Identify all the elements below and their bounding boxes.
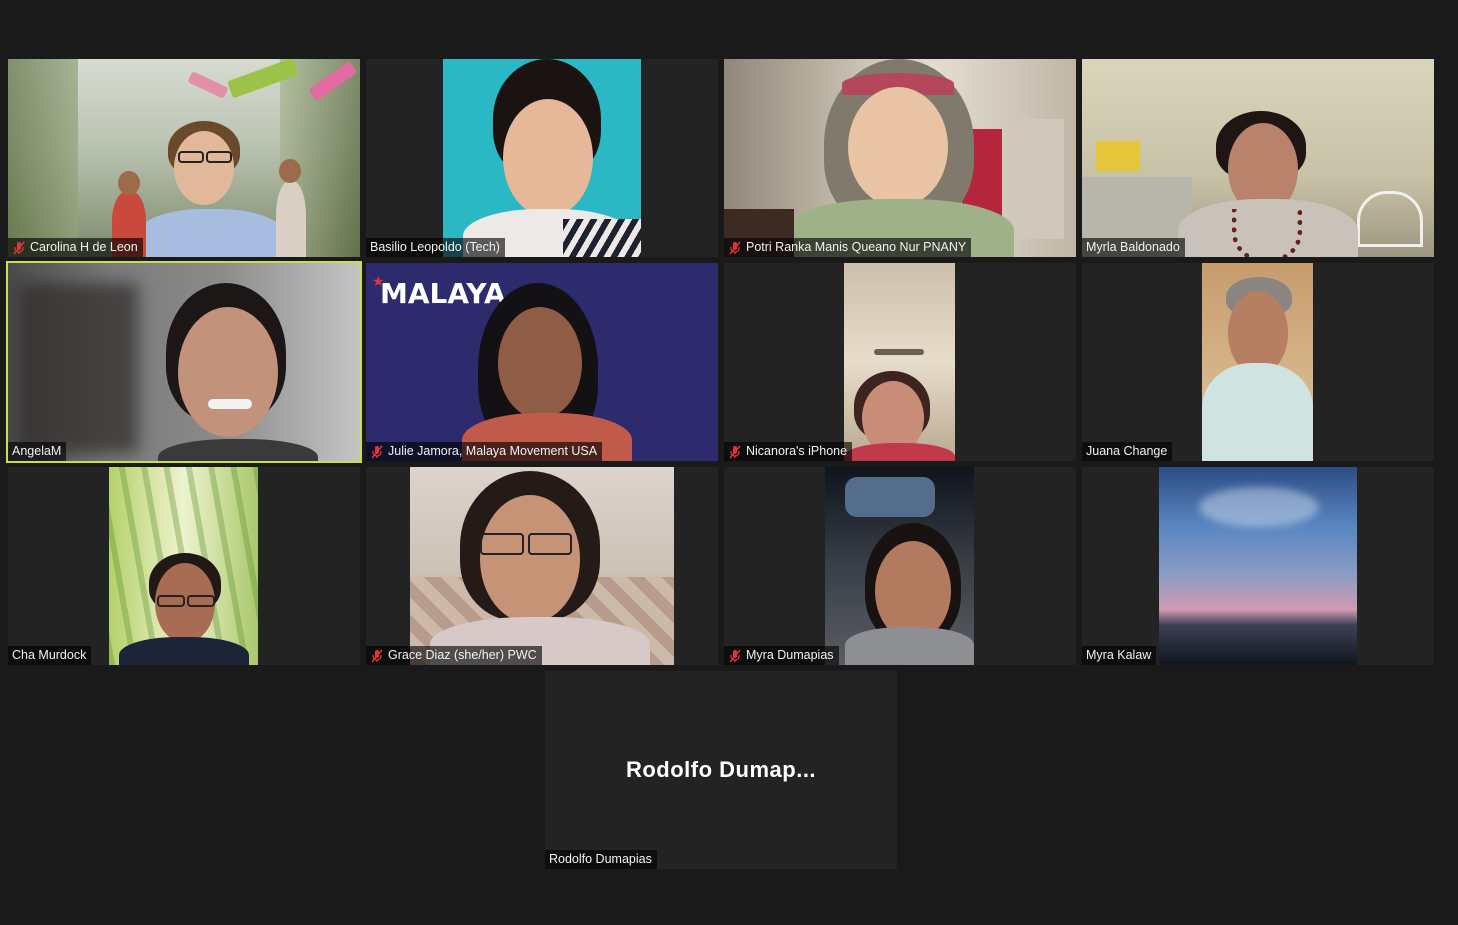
malaya-logo: MALAYA [380, 277, 506, 310]
mic-muted-icon [728, 648, 742, 663]
mic-muted-icon [12, 240, 26, 255]
participant-name: Julie Jamora, Malaya Movement USA [388, 444, 598, 458]
participant-name-tag: Potri Ranka Manis Queano Nur PNANY [724, 238, 972, 257]
video-tile-rodolfo[interactable]: Rodolfo Dumap... Rodolfo Dumapias [545, 671, 897, 869]
video-tile-juana[interactable]: Juana Change [1082, 263, 1434, 461]
video-tile-potri[interactable]: Potri Ranka Manis Queano Nur PNANY [724, 59, 1076, 257]
video-feed [825, 467, 974, 665]
video-feed [109, 467, 258, 665]
participant-name: Nicanora's iPhone [746, 444, 848, 458]
participant-name: Myra Dumapias [746, 648, 834, 662]
participant-name: Grace Diaz (she/her) PWC [388, 648, 537, 662]
video-feed [724, 59, 1076, 257]
video-tile-basilio[interactable]: Basilio Leopoldo (Tech) [366, 59, 718, 257]
star-icon: ★ [372, 273, 385, 289]
participant-name-tag: Julie Jamora, Malaya Movement USA [366, 442, 603, 461]
participant-name-tag: Nicanora's iPhone [724, 442, 853, 461]
participant-name-tag: Basilio Leopoldo (Tech) [366, 238, 505, 257]
video-feed [8, 263, 360, 461]
mic-muted-icon [728, 444, 742, 459]
video-tile-grace[interactable]: Grace Diaz (she/her) PWC [366, 467, 718, 665]
video-feed [1082, 59, 1434, 257]
video-tile-nicanora[interactable]: Nicanora's iPhone [724, 263, 1076, 461]
participant-name: Myrla Baldonado [1086, 240, 1180, 254]
participant-name-tag: Myra Kalaw [1082, 646, 1157, 665]
video-feed [844, 263, 955, 461]
participant-name: Cha Murdock [12, 648, 87, 662]
video-tile-myrla[interactable]: Myrla Baldonado [1082, 59, 1434, 257]
mic-muted-icon [728, 240, 742, 255]
video-tile-angelam[interactable]: AngelaM [6, 261, 362, 463]
participant-name-tag: Cha Murdock [8, 646, 92, 665]
video-feed [1202, 263, 1313, 461]
video-tile-carolina[interactable]: Carolina H de Leon [8, 59, 360, 257]
video-feed [443, 59, 641, 257]
video-tile-myra-dumapias[interactable]: Myra Dumapias [724, 467, 1076, 665]
video-feed [410, 467, 674, 665]
video-tile-myra-kalaw[interactable]: Myra Kalaw [1082, 467, 1434, 665]
participant-name-tag: Rodolfo Dumapias [545, 850, 657, 869]
participant-name: Rodolfo Dumapias [549, 852, 652, 866]
mic-muted-icon [370, 648, 384, 663]
participant-name-tag: Myra Dumapias [724, 646, 839, 665]
participant-name: Basilio Leopoldo (Tech) [370, 240, 500, 254]
video-feed [8, 59, 360, 257]
video-feed: MALAYA ★ [366, 263, 718, 461]
participant-name-tag: Juana Change [1082, 442, 1173, 461]
participant-name-tag: Myrla Baldonado [1082, 238, 1185, 257]
participant-name: Myra Kalaw [1086, 648, 1152, 662]
participant-name: AngelaM [12, 444, 62, 458]
participant-display-name: Rodolfo Dumap... [625, 757, 817, 782]
participant-name-tag: AngelaM [8, 442, 67, 461]
participant-name: Juana Change [1086, 444, 1168, 458]
participant-name-tag: Carolina H de Leon [8, 238, 143, 257]
participant-name: Potri Ranka Manis Queano Nur PNANY [746, 240, 967, 254]
mic-muted-icon [370, 444, 384, 459]
participant-name-tag: Grace Diaz (she/her) PWC [366, 646, 542, 665]
video-tile-cha[interactable]: Cha Murdock [8, 467, 360, 665]
video-feed [1159, 467, 1357, 665]
participant-name: Carolina H de Leon [30, 240, 138, 254]
video-tile-julie[interactable]: MALAYA ★ Julie Jamora, Malaya Movement U… [366, 263, 718, 461]
